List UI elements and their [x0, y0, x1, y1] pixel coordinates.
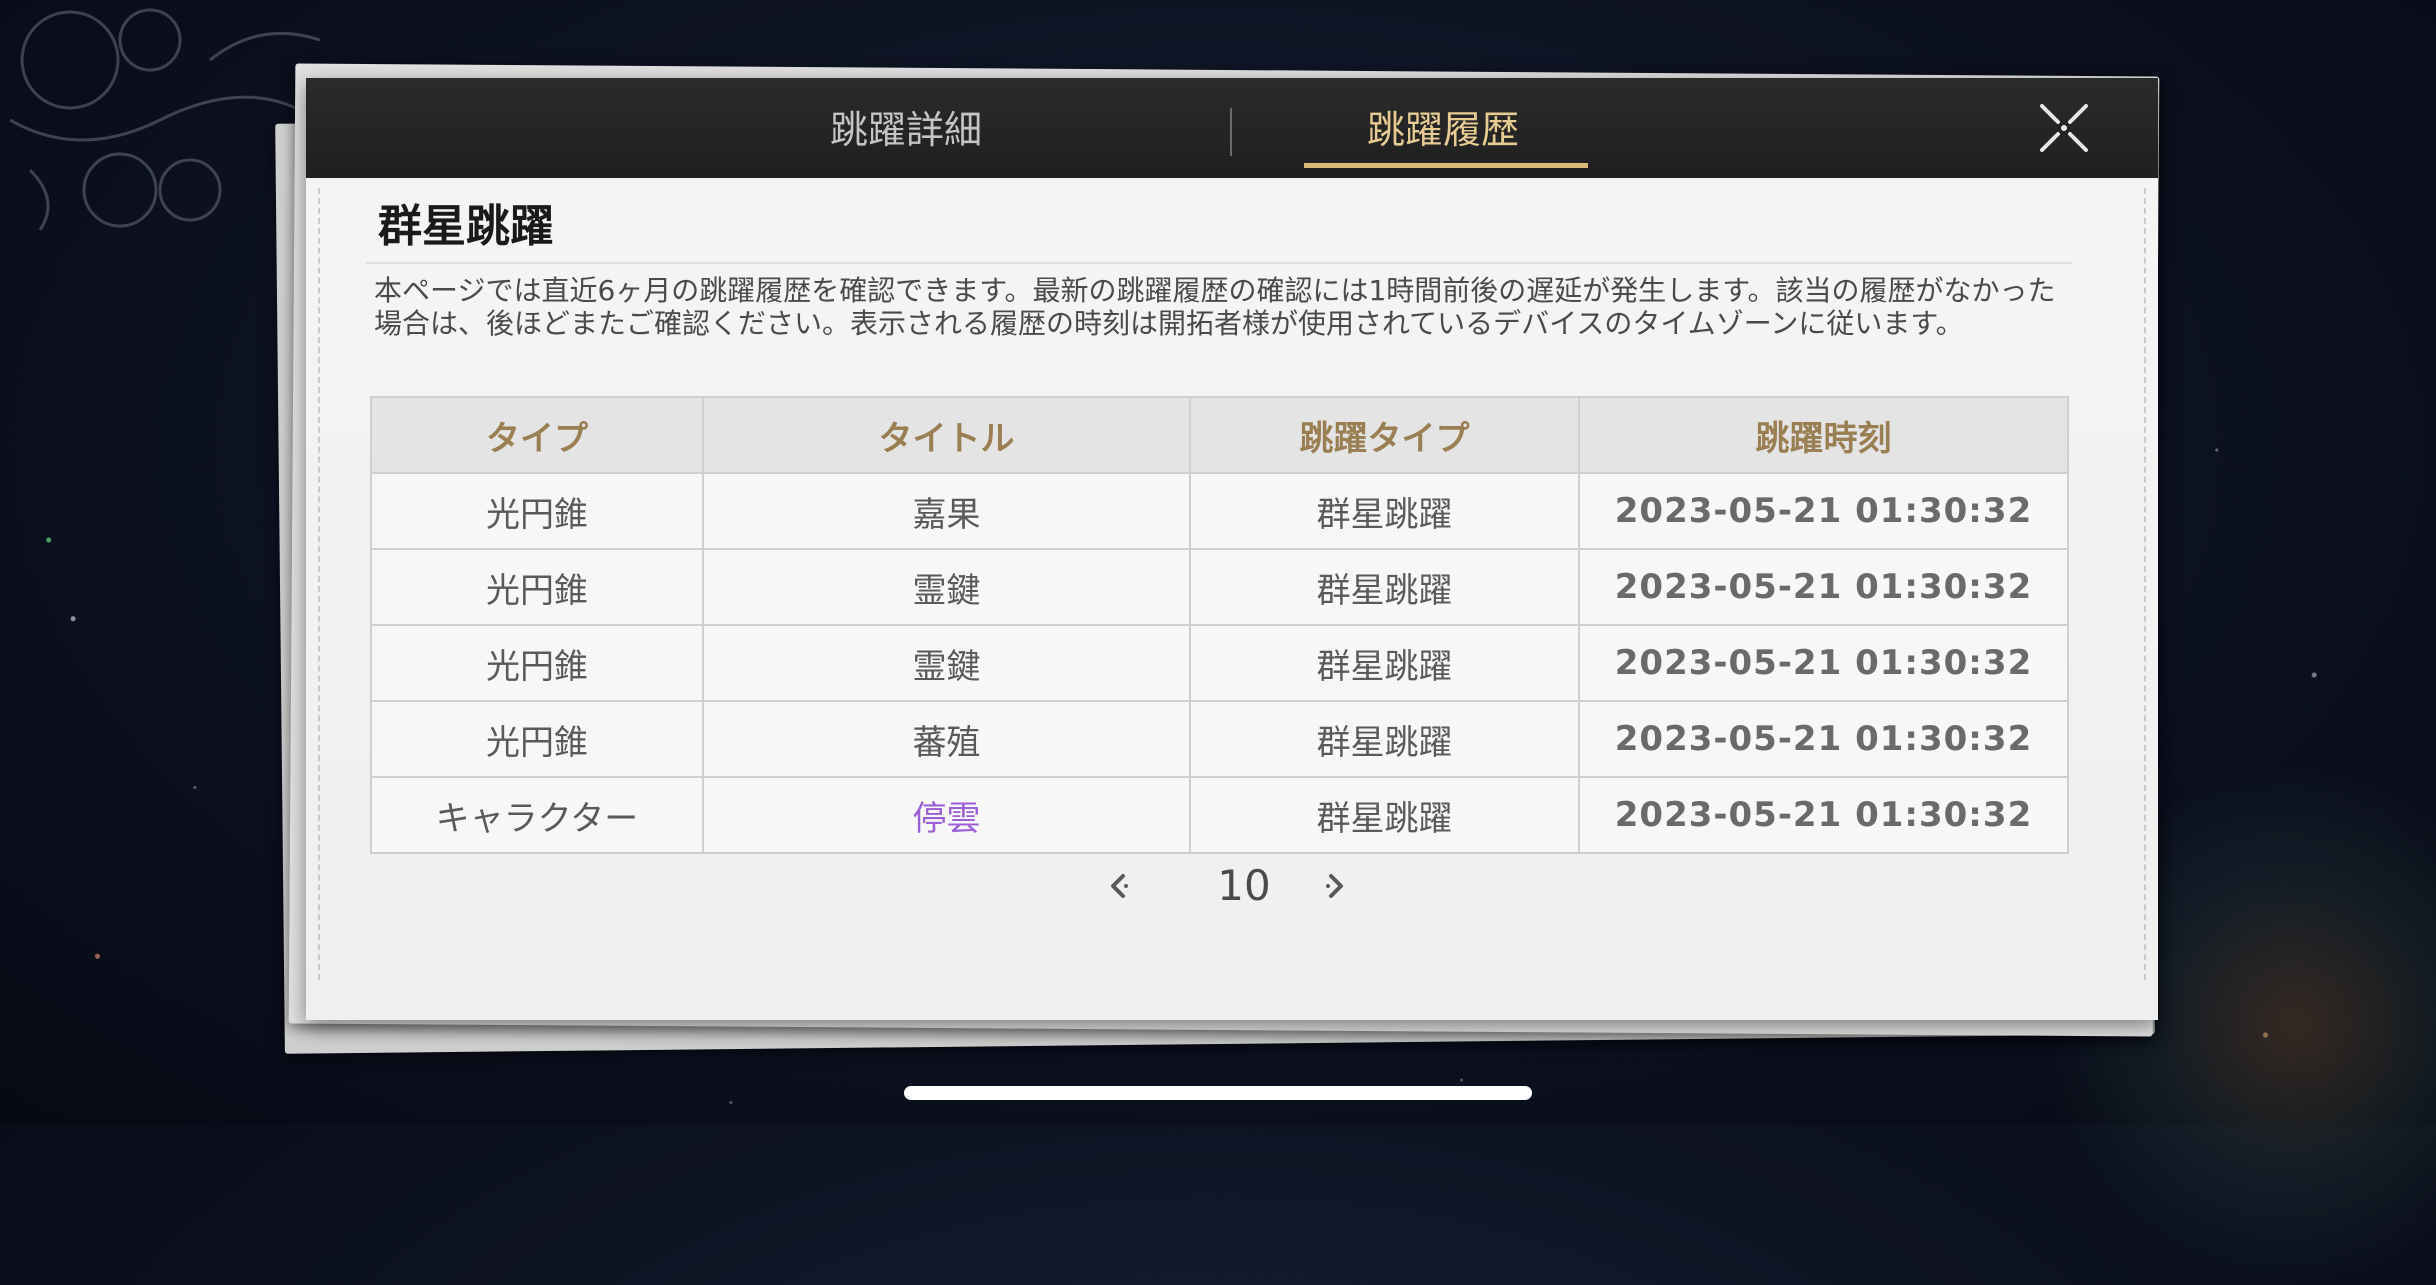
cell-warp-type: 群星跳躍 [1189, 776, 1580, 854]
cell-warp-time: 2023-05-21 01:30:32 [1578, 472, 2069, 550]
pagination: 10 [306, 858, 2158, 918]
close-icon [2040, 104, 2088, 152]
current-page-number: 10 [1217, 861, 1271, 910]
cell-warp-type: 群星跳躍 [1189, 700, 1580, 778]
cell-warp-time: 2023-05-21 01:30:32 [1578, 548, 2069, 626]
previous-page-button[interactable] [1096, 864, 1140, 908]
cell-type: 光円錐 [370, 548, 704, 626]
column-header-title: タイトル [702, 396, 1191, 474]
warp-history-table: タイプ タイトル 跳躍タイプ 跳躍時刻 光円錐 嘉果 群星跳躍 2023-05-… [370, 396, 2069, 854]
history-description: 本ページでは直近6ヶ月の跳躍履歴を確認できます。最新の跳躍履歴の確認には1時間前… [374, 274, 2056, 340]
title-divider [366, 262, 2072, 264]
table-header-row: タイプ タイトル 跳躍タイプ 跳躍時刻 [370, 396, 2069, 474]
column-header-warp-time: 跳躍時刻 [1578, 396, 2069, 474]
tab-bar: 跳躍詳細 跳躍履歴 [306, 78, 2158, 178]
chevron-left-icon [1111, 874, 1128, 898]
chevron-right-icon [1326, 874, 1343, 898]
cell-warp-time: 2023-05-21 01:30:32 [1578, 700, 2069, 778]
table-row: キャラクター 停雲 群星跳躍 2023-05-21 01:30:32 [370, 776, 2069, 854]
column-header-warp-type: 跳躍タイプ [1189, 396, 1580, 474]
cell-title: 霊鍵 [702, 548, 1191, 626]
cell-title: 蕃殖 [702, 700, 1191, 778]
table-row: 光円錐 蕃殖 群星跳躍 2023-05-21 01:30:32 [370, 700, 2069, 778]
close-button[interactable] [2036, 100, 2092, 156]
cell-title: 嘉果 [702, 472, 1191, 550]
home-indicator[interactable] [904, 1086, 1532, 1100]
cell-type: 光円錐 [370, 472, 704, 550]
tab-divider [1230, 108, 1232, 156]
cell-warp-time: 2023-05-21 01:30:32 [1578, 776, 2069, 854]
cell-title-five-star: 停雲 [702, 776, 1191, 854]
cell-type: 光円錐 [370, 700, 704, 778]
page-title: 群星跳躍 [378, 201, 554, 252]
cell-warp-type: 群星跳躍 [1189, 624, 1580, 702]
cell-title: 霊鍵 [702, 624, 1191, 702]
next-page-button[interactable] [1314, 864, 1358, 908]
active-tab-indicator [1304, 163, 1588, 168]
cell-warp-type: 群星跳躍 [1189, 472, 1580, 550]
column-header-type: タイプ [370, 396, 704, 474]
table-row: 光円錐 霊鍵 群星跳躍 2023-05-21 01:30:32 [370, 624, 2069, 702]
cell-type: キャラクター [370, 776, 704, 854]
cell-warp-time: 2023-05-21 01:30:32 [1578, 624, 2069, 702]
cell-warp-type: 群星跳躍 [1189, 548, 1580, 626]
table-row: 光円錐 嘉果 群星跳躍 2023-05-21 01:30:32 [370, 472, 2069, 550]
table-row: 光円錐 霊鍵 群星跳躍 2023-05-21 01:30:32 [370, 548, 2069, 626]
cell-type: 光円錐 [370, 624, 704, 702]
tab-warp-details[interactable]: 跳躍詳細 [756, 78, 1056, 178]
warp-history-panel: 跳躍詳細 跳躍履歴 群星跳躍 本ページでは直近6ヶ月の跳躍履歴を確認できます。最… [306, 78, 2158, 1020]
